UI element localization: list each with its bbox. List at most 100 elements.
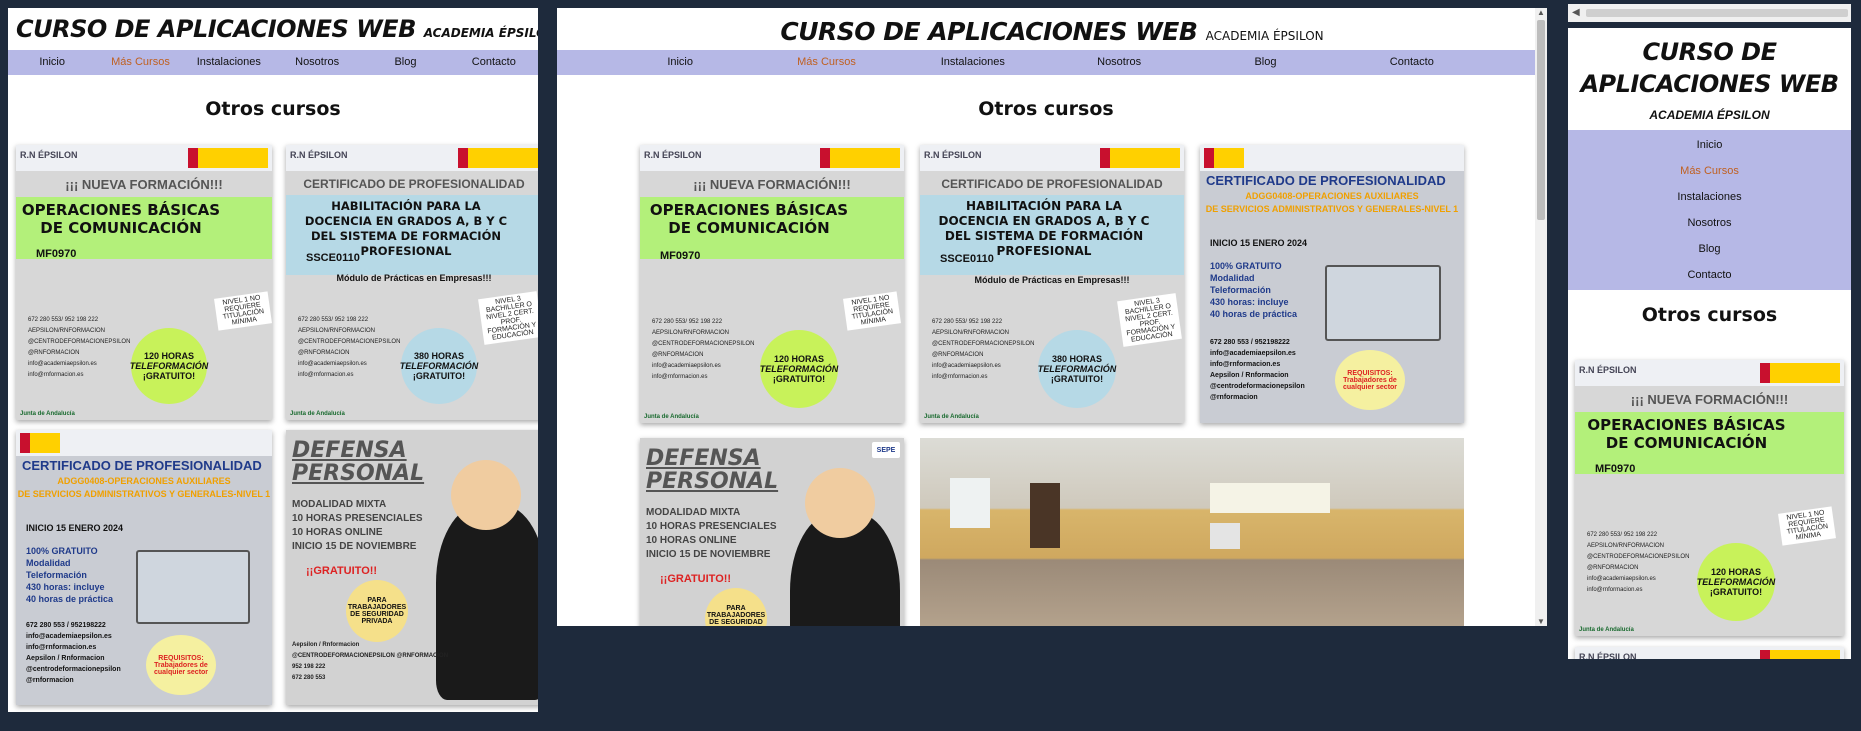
card-header: ¡¡¡ NUEVA FORMACIÓN!!! [693, 177, 851, 192]
card-contacts: 672 280 553/ 952 198 222 AEPSILON/RNFORMA… [652, 319, 755, 380]
section-title: Otros cursos [205, 98, 341, 120]
main-nav: Inicio Más Cursos Instalaciones Nosotros… [8, 50, 538, 75]
card-subtitle-2: DE SERVICIOS ADMINISTRATIVOS Y GENERALES… [1205, 204, 1459, 214]
target-badge: PARA TRABAJADORES DE SEGURIDAD PRIVADA [705, 588, 767, 626]
target-badge: PARA TRABAJADORES DE SEGURIDAD PRIVADA [346, 580, 408, 642]
course-card-habilitacion[interactable]: R.N ÉPSILON CERTIFICADO DE PROFESIONALID… [920, 145, 1184, 423]
viewport-mobile: CURSO DE APLICACIONES WEB ACADEMIA ÉPSILO… [1568, 28, 1851, 659]
scroll-down-arrow-icon[interactable]: ▼ [1537, 617, 1545, 626]
nav-item-contacto[interactable]: Contacto [450, 50, 538, 75]
nav-item-nosotros[interactable]: Nosotros [1046, 50, 1192, 75]
laptop-image [1325, 265, 1441, 341]
epsilon-logo: R.N ÉPSILON [924, 150, 982, 160]
nav-item-contacto[interactable]: Contacto [1339, 50, 1485, 75]
nav-item-blog[interactable]: Blog [1192, 50, 1338, 75]
site-title: CURSO DE APLICACIONES WEB ACADEMIA ÉPSIL… [16, 15, 538, 43]
scroll-thumb[interactable] [1586, 9, 1848, 17]
card-bullets: 100% GRATUITO Modalidad Teleformación 430 … [26, 546, 114, 604]
epsilon-logo: R.N ÉPSILON [1579, 652, 1637, 659]
nav-item-inicio[interactable]: Inicio [607, 50, 753, 75]
card-logos: R.N ÉPSILON [286, 145, 538, 171]
section-title: Otros cursos [1641, 304, 1778, 326]
nav-item-contacto[interactable]: Contacto [1568, 262, 1851, 288]
spain-flag-icon [188, 148, 268, 168]
vertical-scrollbar[interactable]: ▲ ▼ [1535, 8, 1547, 626]
hours-badge: 120 HORAS TELEFORMACIÓN ¡GRATUITO! [130, 328, 208, 404]
classroom-photo[interactable] [920, 438, 1464, 626]
junta-logo: Junta de Andalucía [1579, 627, 1634, 633]
nav-item-mas-cursos[interactable]: Más Cursos [753, 50, 899, 75]
nav-item-blog[interactable]: Blog [361, 50, 449, 75]
guard-head [805, 468, 875, 538]
card-code: MF0970 [36, 248, 77, 260]
nav-item-mas-cursos[interactable]: Más Cursos [96, 50, 184, 75]
card-header: ¡¡¡ NUEVA FORMACIÓN!!! [65, 177, 223, 192]
whiteboard [950, 478, 990, 528]
card-header: CERTIFICADO DE PROFESIONALIDAD [22, 458, 262, 473]
course-card-operaciones[interactable]: R.N ÉPSILON ¡¡¡ NUEVA FORMACIÓN!!! OPERA… [16, 145, 272, 420]
card-logos: R.N ÉPSILON [1575, 647, 1844, 659]
epsilon-logo: R.N ÉPSILON [1579, 365, 1637, 375]
course-card-defensa[interactable]: DEFENSA PERSONAL MODALIDAD MIXTA 10 HORAS… [286, 430, 538, 705]
viewport-desktop-wide: CURSO DE APLICACIONES WEB ACADEMIA ÉPSIL… [557, 8, 1547, 626]
card-note: NIVEL 1 NO REQUIERE TITULACIÓN MÍNIMA [1778, 506, 1836, 546]
course-card-operaciones[interactable]: R.N ÉPSILON ¡¡¡ NUEVA FORMACIÓN!!! OPERA… [640, 145, 904, 423]
nav-item-nosotros[interactable]: Nosotros [1568, 210, 1851, 236]
card-logos: R.N ÉPSILON [640, 145, 904, 171]
scroll-left-arrow-icon[interactable]: ◀ [1572, 7, 1580, 18]
card-free: ¡¡GRATUITO!! [306, 565, 378, 577]
card-contacts: 672 280 553/ 952 198 222 AEPSILON/RNFORMA… [298, 317, 401, 378]
card-note: NIVEL 3 BACHILLER O NIVEL 2 CERT. PROF. … [478, 291, 538, 345]
card-contacts: 672 280 553 / 952198222 info@academiaepsi… [1210, 339, 1305, 401]
screen [1210, 523, 1240, 549]
course-card-habilitacion[interactable]: R.N ÉPSILON CERTIFICADO DE PROFESIONALID… [286, 145, 538, 420]
card-module: Módulo de Prácticas en Empresas!!! [974, 275, 1130, 285]
security-guard-image [436, 505, 538, 700]
junta-logo: Junta de Andalucía [20, 411, 75, 417]
card-logos: R.N ÉPSILON [920, 145, 1184, 171]
course-card-defensa[interactable]: DEFENSA PERSONAL MODALIDAD MIXTA 10 HORAS… [640, 438, 904, 626]
junta-logo: Junta de Andalucía [290, 411, 345, 417]
nav-item-instalaciones[interactable]: Instalaciones [185, 50, 273, 75]
nav-item-mas-cursos[interactable]: Más Cursos [1568, 158, 1851, 184]
nav-item-blog[interactable]: Blog [1568, 236, 1851, 262]
course-card-certificado[interactable]: CERTIFICADO DE PROFESIONALIDAD ADGG0408-… [1200, 145, 1464, 423]
viewport-desktop-narrow: CURSO DE APLICACIONES WEB ACADEMIA ÉPSIL… [8, 8, 538, 712]
scroll-thumb[interactable] [1537, 20, 1545, 220]
guard-head [451, 460, 521, 530]
nav-item-instalaciones[interactable]: Instalaciones [900, 50, 1046, 75]
card-logos [1200, 145, 1464, 171]
epsilon-logo: R.N ÉPSILON [644, 150, 702, 160]
card-header: CERTIFICADO DE PROFESIONALIDAD [303, 177, 525, 191]
card-lines: MODALIDAD MIXTA 10 HORAS PRESENCIALES 10 H… [292, 499, 423, 552]
nav-item-instalaciones[interactable]: Instalaciones [1568, 184, 1851, 210]
card-contacts: 672 280 553/ 952 198 222 AEPSILON/RNFORMA… [28, 317, 131, 378]
course-card-habilitacion[interactable]: R.N ÉPSILON [1575, 647, 1844, 659]
spain-flag-icon [820, 148, 900, 168]
spain-flag-icon [1100, 148, 1180, 168]
horizontal-scrollbar[interactable]: ◀ [1568, 4, 1851, 22]
card-logos [16, 430, 272, 456]
hours-badge: 120 HORAS TELEFORMACIÓN ¡GRATUITO! [1697, 543, 1775, 621]
card-code: MF0970 [660, 250, 701, 262]
card-title-2: PERSONAL [292, 461, 425, 486]
card-start: INICIO 15 ENERO 2024 [1210, 238, 1308, 248]
scroll-up-arrow-icon[interactable]: ▲ [1537, 8, 1545, 17]
door [1030, 483, 1060, 548]
section-title: Otros cursos [978, 98, 1114, 120]
card-subtitle-1: ADGG0408-OPERACIONES AUXILIARES [1245, 191, 1419, 201]
window [1210, 483, 1330, 513]
nav-item-nosotros[interactable]: Nosotros [273, 50, 361, 75]
card-code: MF0970 [1595, 463, 1636, 475]
requirements-badge: REQUISITOS: Trabajadores de cualquier se… [1335, 350, 1405, 410]
course-card-certificado[interactable]: CERTIFICADO DE PROFESIONALIDAD ADGG0408-… [16, 430, 272, 705]
card-logos: R.N ÉPSILON [16, 145, 272, 171]
hours-badge: 380 HORAS TELEFORMACIÓN ¡GRATUITO! [1038, 330, 1116, 408]
spain-flag-icon [1760, 363, 1840, 383]
card-header: CERTIFICADO DE PROFESIONALIDAD [941, 177, 1163, 191]
nav-item-inicio[interactable]: Inicio [8, 50, 96, 75]
nav-item-inicio[interactable]: Inicio [1568, 132, 1851, 158]
junta-logo: Junta de Andalucía [924, 414, 979, 420]
course-card-operaciones[interactable]: R.N ÉPSILON ¡¡¡ NUEVA FORMACIÓN!!! OPERA… [1575, 360, 1844, 636]
card-lines: MODALIDAD MIXTA 10 HORAS PRESENCIALES 10 H… [646, 507, 777, 560]
